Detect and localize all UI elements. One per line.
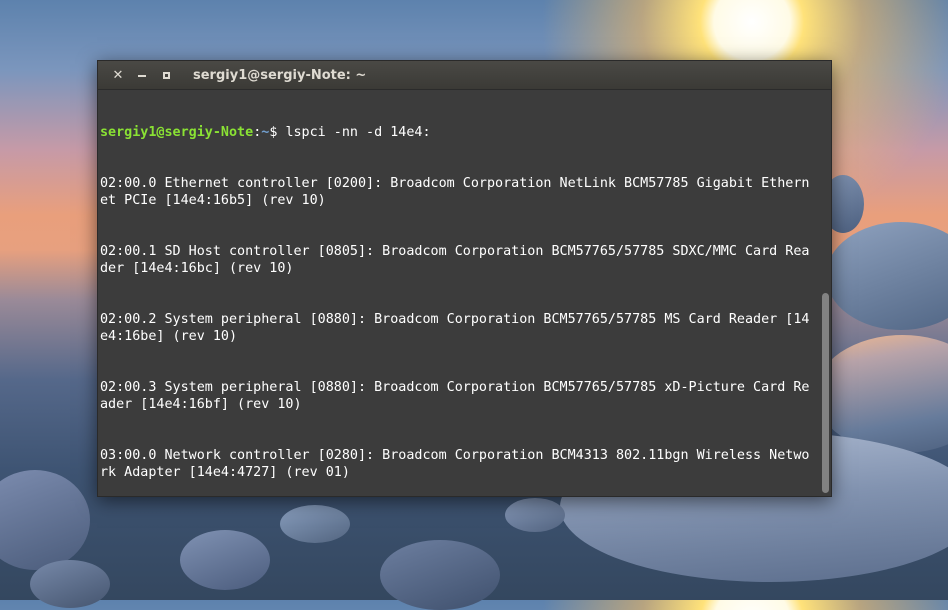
scrollbar-thumb[interactable] [822,293,829,493]
output-line: 03:00.0 Network controller [0280]: Broad… [100,448,810,480]
window-titlebar[interactable]: ✕ sergiy1@sergiy-Note: ~ [98,61,831,90]
output-line: 02:00.0 Ethernet controller [0200]: Broa… [100,176,810,208]
prompt-user-host: sergiy1@sergiy-Note [100,125,254,140]
terminal-output[interactable]: sergiy1@sergiy-Note:~$ lspci -nn -d 14e4… [100,90,816,494]
command-text: lspci -nn -d 14e4: [285,125,431,140]
command-line: sergiy1@sergiy-Note:~$ lspci -nn -d 14e4… [100,124,816,141]
terminal-window[interactable]: ✕ sergiy1@sergiy-Note: ~ sergiy1@sergiy-… [97,60,832,497]
output-line: 02:00.3 System peripheral [0880]: Broadc… [100,380,810,412]
window-title: sergiy1@sergiy-Note: ~ [193,67,367,83]
minimize-icon[interactable] [131,64,153,86]
close-icon[interactable]: ✕ [107,64,129,86]
prompt-symbol: $ [269,125,286,140]
output-line: 02:00.1 SD Host controller [0805]: Broad… [100,244,810,276]
output-line: 02:00.2 System peripheral [0880]: Broadc… [100,312,810,344]
maximize-icon[interactable] [155,64,177,86]
